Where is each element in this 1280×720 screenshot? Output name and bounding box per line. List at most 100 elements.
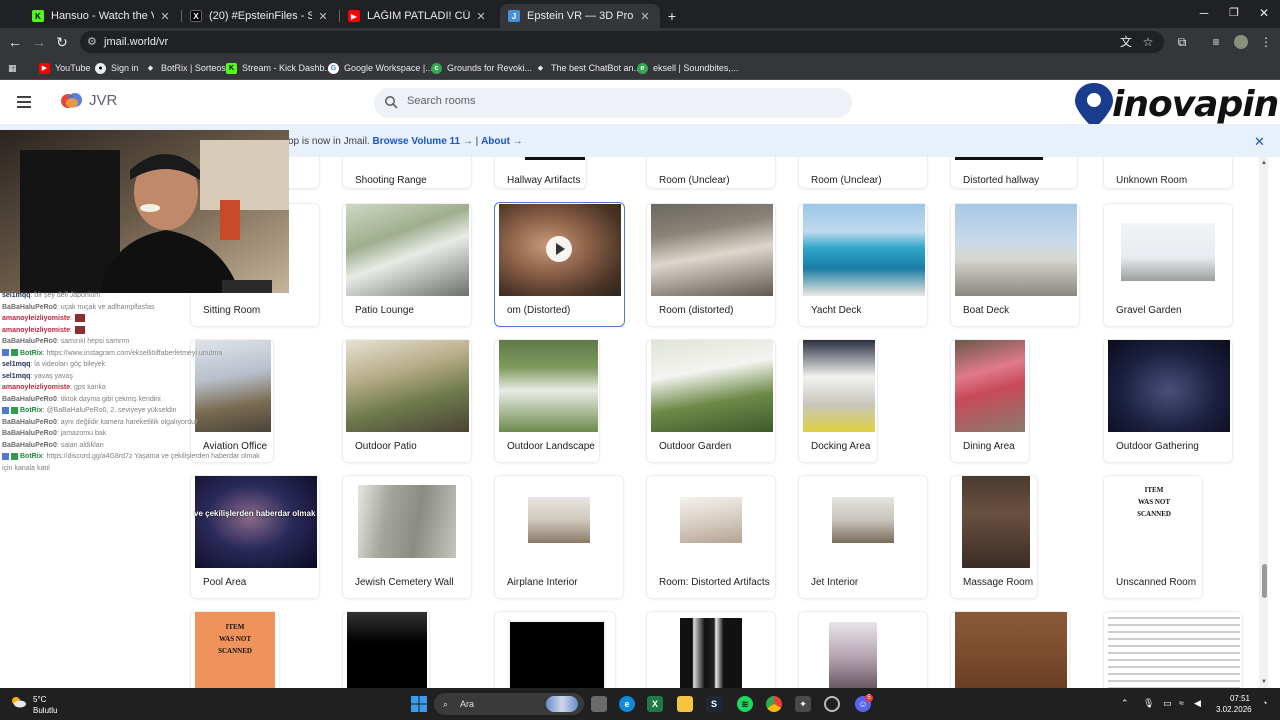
file-explorer-icon[interactable] <box>677 696 693 712</box>
browser-tab[interactable]: ▶ LAĞIM PATLADI! CÜNEYT ÖZDE ✕ <box>340 4 496 28</box>
room-card[interactable]: Outdoor Patio <box>342 339 472 463</box>
banner-close-icon[interactable]: ✕ <box>1254 134 1265 150</box>
room-card[interactable]: Outdoor Landscape <box>494 339 600 463</box>
close-window-button[interactable]: ✕ <box>1254 6 1274 20</box>
room-card[interactable]: Outdoor Gathering <box>1103 339 1233 463</box>
room-card[interactable]: Distorted hallway <box>950 157 1078 189</box>
spotify-icon[interactable]: ≋ <box>737 696 753 712</box>
chat-username[interactable]: amanoyleizliyomiste <box>2 384 70 391</box>
room-card[interactable]: Jewish Cemetery Wall <box>342 475 472 599</box>
room-card[interactable]: ITEM WAS NOT SCANNED <box>190 611 280 688</box>
close-icon[interactable]: ✕ <box>638 10 652 23</box>
bookmark-star-icon[interactable]: ☆ <box>1140 34 1156 50</box>
scrollbar-thumb[interactable] <box>1262 564 1267 598</box>
room-card[interactable] <box>950 611 1070 688</box>
room-card[interactable]: ITEM WAS NOT SCANNED Unscanned Room <box>1103 475 1203 599</box>
room-card[interactable]: Jet Interior <box>798 475 928 599</box>
app-icon[interactable]: ✦ <box>795 696 811 712</box>
bookmark-youtube[interactable]: ▶ YouTube <box>39 60 90 76</box>
chat-username[interactable]: BaBaHaluPeRo0 <box>2 419 57 426</box>
search-bar[interactable] <box>374 88 852 118</box>
chat-username[interactable]: sel1mqq <box>2 361 30 368</box>
room-card[interactable]: Unknown Room <box>1103 157 1233 189</box>
room-card[interactable]: Massage Room <box>950 475 1038 599</box>
room-card[interactable]: Room (distorted) <box>646 203 776 327</box>
task-view-icon[interactable] <box>591 696 607 712</box>
reload-button[interactable]: ↻ <box>53 33 71 51</box>
chat-username[interactable]: BaBaHaluPeRo0 <box>2 304 57 311</box>
close-icon[interactable]: ✕ <box>474 10 488 23</box>
minimize-button[interactable]: ─ <box>1194 6 1214 20</box>
steam-icon[interactable]: S <box>706 696 722 712</box>
menu-kebab-icon[interactable]: ⋮ <box>1258 34 1274 50</box>
room-card[interactable]: Gravel Garden <box>1103 203 1233 327</box>
address-bar[interactable]: ⚙ jmail.world/vr <box>80 31 1164 53</box>
notifications-bell-icon[interactable]: ◔ <box>1262 698 1267 708</box>
room-card[interactable]: Shooting Range <box>342 157 472 189</box>
forward-button[interactable]: → <box>30 33 48 51</box>
bookmark-eksell[interactable]: e eksell | Soundbites,... <box>637 60 738 76</box>
chat-username[interactable]: amanoyleizliyomiste <box>2 315 70 322</box>
chat-username[interactable]: BotRix <box>20 350 43 357</box>
taskbar-search[interactable]: ⌕ Ara <box>434 693 584 715</box>
site-settings-icon[interactable]: ⚙ <box>87 31 97 53</box>
microphone-icon[interactable]: 🎙 <box>1143 698 1154 709</box>
room-card[interactable]: Outdoor Garden <box>646 339 776 463</box>
close-icon[interactable]: ✕ <box>158 10 172 23</box>
room-card[interactable]: Room: Distorted Artifacts <box>646 475 776 599</box>
chat-username[interactable]: BaBaHaluPeRo0 <box>2 430 57 437</box>
chat-username[interactable]: BaBaHaluPeRo0 <box>2 338 57 345</box>
apps-grid-icon[interactable]: ▦ <box>8 60 17 76</box>
restore-button[interactable]: ❐ <box>1224 6 1244 19</box>
room-card[interactable]: Room (Unclear) <box>646 157 776 189</box>
browser-tab-active[interactable]: J Epstein VR — 3D Property Reco ✕ <box>500 4 660 28</box>
display-icon[interactable]: ▭ <box>1163 698 1172 709</box>
translate-icon[interactable]: 文 <box>1118 34 1134 50</box>
tray-chevron-icon[interactable]: ⌃ <box>1121 698 1129 709</box>
room-card[interactable] <box>494 611 616 688</box>
media-icon[interactable]: ≡ <box>1208 34 1224 50</box>
bookmark-botrix[interactable]: ◆ BotRix | Sorteos <box>145 60 226 76</box>
back-button[interactable]: ← <box>6 33 24 51</box>
room-card[interactable] <box>1103 611 1243 688</box>
extensions-icon[interactable]: ⧉ <box>1174 34 1190 50</box>
room-card[interactable]: Hallway Artifacts <box>494 157 587 189</box>
room-card[interactable]: Patio Lounge <box>342 203 472 327</box>
room-card[interactable] <box>646 611 776 688</box>
edge-icon[interactable]: e <box>619 696 635 712</box>
room-card[interactable]: Room (Unclear) <box>798 157 928 189</box>
browse-volume-link[interactable]: Browse Volume 11 → <box>372 136 472 147</box>
browser-tab[interactable]: X (20) #EpsteinFiles - Search / X ✕ <box>182 4 338 28</box>
room-card[interactable] <box>798 611 928 688</box>
room-card[interactable]: Yacht Deck <box>798 203 928 327</box>
chat-username[interactable]: BotRix <box>20 453 43 460</box>
start-button[interactable] <box>411 696 427 712</box>
obs-icon[interactable] <box>824 696 840 712</box>
play-icon[interactable] <box>546 236 572 262</box>
scroll-up-icon[interactable]: ▲ <box>1261 160 1267 166</box>
profile-avatar-icon[interactable] <box>1233 34 1249 50</box>
menu-hamburger-icon[interactable] <box>17 96 31 108</box>
room-card[interactable] <box>342 611 430 688</box>
room-card[interactable]: Dining Area <box>950 339 1030 463</box>
wifi-icon[interactable]: ≈ <box>1179 698 1184 708</box>
chat-username[interactable]: sel1mqq <box>2 373 30 380</box>
chat-username[interactable]: BotRix <box>20 407 43 414</box>
close-icon[interactable]: ✕ <box>316 10 330 23</box>
system-clock[interactable]: 07:51 3.02.2026 <box>1216 693 1252 715</box>
bookmark-chatbot[interactable]: ◆ The best ChatBot an... <box>535 60 641 76</box>
bookmark-sign-in[interactable]: ● Sign in <box>95 60 139 76</box>
chat-username[interactable]: BaBaHaluPeRo0 <box>2 442 57 449</box>
volume-icon[interactable]: ◀ <box>1194 698 1201 709</box>
chat-username[interactable]: sel1mqq <box>2 292 30 299</box>
new-tab-button[interactable]: + <box>662 4 682 28</box>
browser-tab[interactable]: K Hansuo - Watch the VOD on Ki ✕ <box>24 4 180 28</box>
chat-username[interactable]: BaBaHaluPeRo0 <box>2 396 57 403</box>
bookmark-kick-dashboard[interactable]: K Stream - Kick Dashb... <box>226 60 332 76</box>
bookmark-grounds[interactable]: c Grounds for Revoki... <box>431 60 532 76</box>
about-link[interactable]: About → <box>481 136 523 147</box>
excel-icon[interactable]: X <box>647 696 663 712</box>
room-card[interactable]: Airplane Interior <box>494 475 624 599</box>
scroll-down-icon[interactable]: ▼ <box>1261 679 1267 685</box>
search-input[interactable] <box>407 95 827 107</box>
